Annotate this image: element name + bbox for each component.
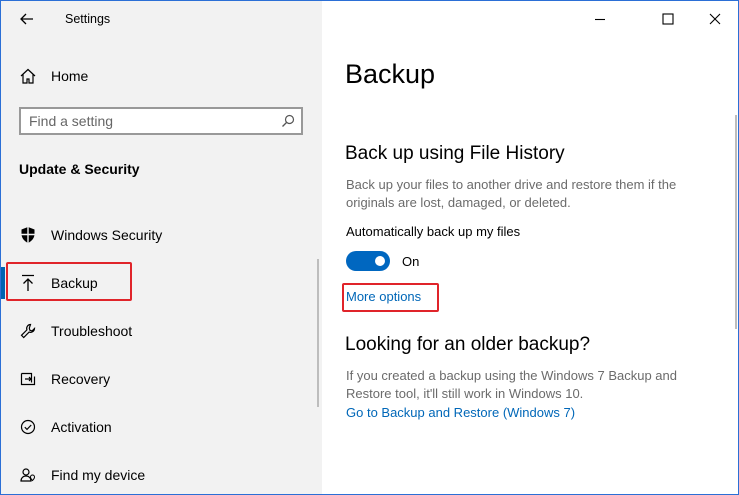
close-icon	[709, 13, 721, 25]
older-backup-heading: Looking for an older backup?	[345, 334, 591, 355]
file-history-heading: Back up using File History	[345, 143, 565, 164]
sidebar-item-recovery[interactable]: Recovery	[19, 367, 110, 391]
toggle-state-label: On	[402, 254, 420, 269]
file-history-description: Back up your files to another drive and …	[346, 177, 677, 210]
settings-window: Settings Home Update & Security Windows …	[0, 0, 739, 495]
search-icon[interactable]	[281, 114, 295, 128]
sidebar: Settings Home Update & Security Windows …	[1, 1, 322, 494]
auto-backup-label: Automatically back up my files	[346, 224, 521, 239]
minimize-button[interactable]	[578, 5, 622, 33]
sidebar-item-windows-security[interactable]: Windows Security	[19, 223, 162, 247]
sidebar-item-label: Home	[51, 68, 89, 84]
sidebar-item-activation[interactable]: Activation	[19, 415, 112, 439]
shield-icon	[19, 226, 37, 244]
sidebar-item-troubleshoot[interactable]: Troubleshoot	[19, 319, 132, 343]
app-title: Settings	[65, 12, 111, 26]
recovery-icon	[19, 370, 37, 388]
sidebar-item-label: Troubleshoot	[51, 323, 133, 339]
wrench-icon	[19, 322, 37, 340]
backup-highlight-box	[6, 262, 132, 301]
main-content: Backup Back up using File History Back u…	[322, 1, 738, 494]
sidebar-item-find-my-device[interactable]: Find my device	[19, 463, 145, 487]
back-arrow-icon	[20, 13, 33, 25]
sidebar-item-label: Recovery	[51, 371, 111, 387]
minimize-icon	[595, 18, 605, 21]
close-button[interactable]	[693, 5, 737, 33]
content-scrollbar[interactable]	[735, 115, 737, 329]
sidebar-item-label: Activation	[51, 419, 112, 435]
section-title: Update & Security	[19, 161, 140, 177]
sidebar-scrollbar[interactable]	[317, 259, 319, 407]
maximize-icon	[662, 13, 674, 25]
sidebar-item-label: Windows Security	[51, 227, 163, 243]
more-options-highlight-box	[342, 283, 439, 312]
page-title: Backup	[345, 59, 436, 89]
sidebar-item-home[interactable]: Home	[19, 65, 88, 87]
activation-icon	[19, 418, 37, 436]
sidebar-item-label: Find my device	[51, 467, 146, 483]
backup-and-restore-link[interactable]: Go to Backup and Restore (Windows 7)	[346, 405, 575, 420]
maximize-button[interactable]	[646, 5, 690, 33]
back-button[interactable]	[15, 8, 39, 30]
selection-indicator	[1, 267, 5, 299]
home-icon	[19, 67, 37, 85]
toggle-knob	[375, 256, 385, 266]
person-location-icon	[19, 466, 37, 484]
auto-backup-toggle[interactable]	[346, 251, 390, 271]
search-box[interactable]	[19, 107, 303, 135]
older-backup-description: If you created a backup using the Window…	[346, 368, 677, 401]
search-input[interactable]	[29, 112, 269, 130]
